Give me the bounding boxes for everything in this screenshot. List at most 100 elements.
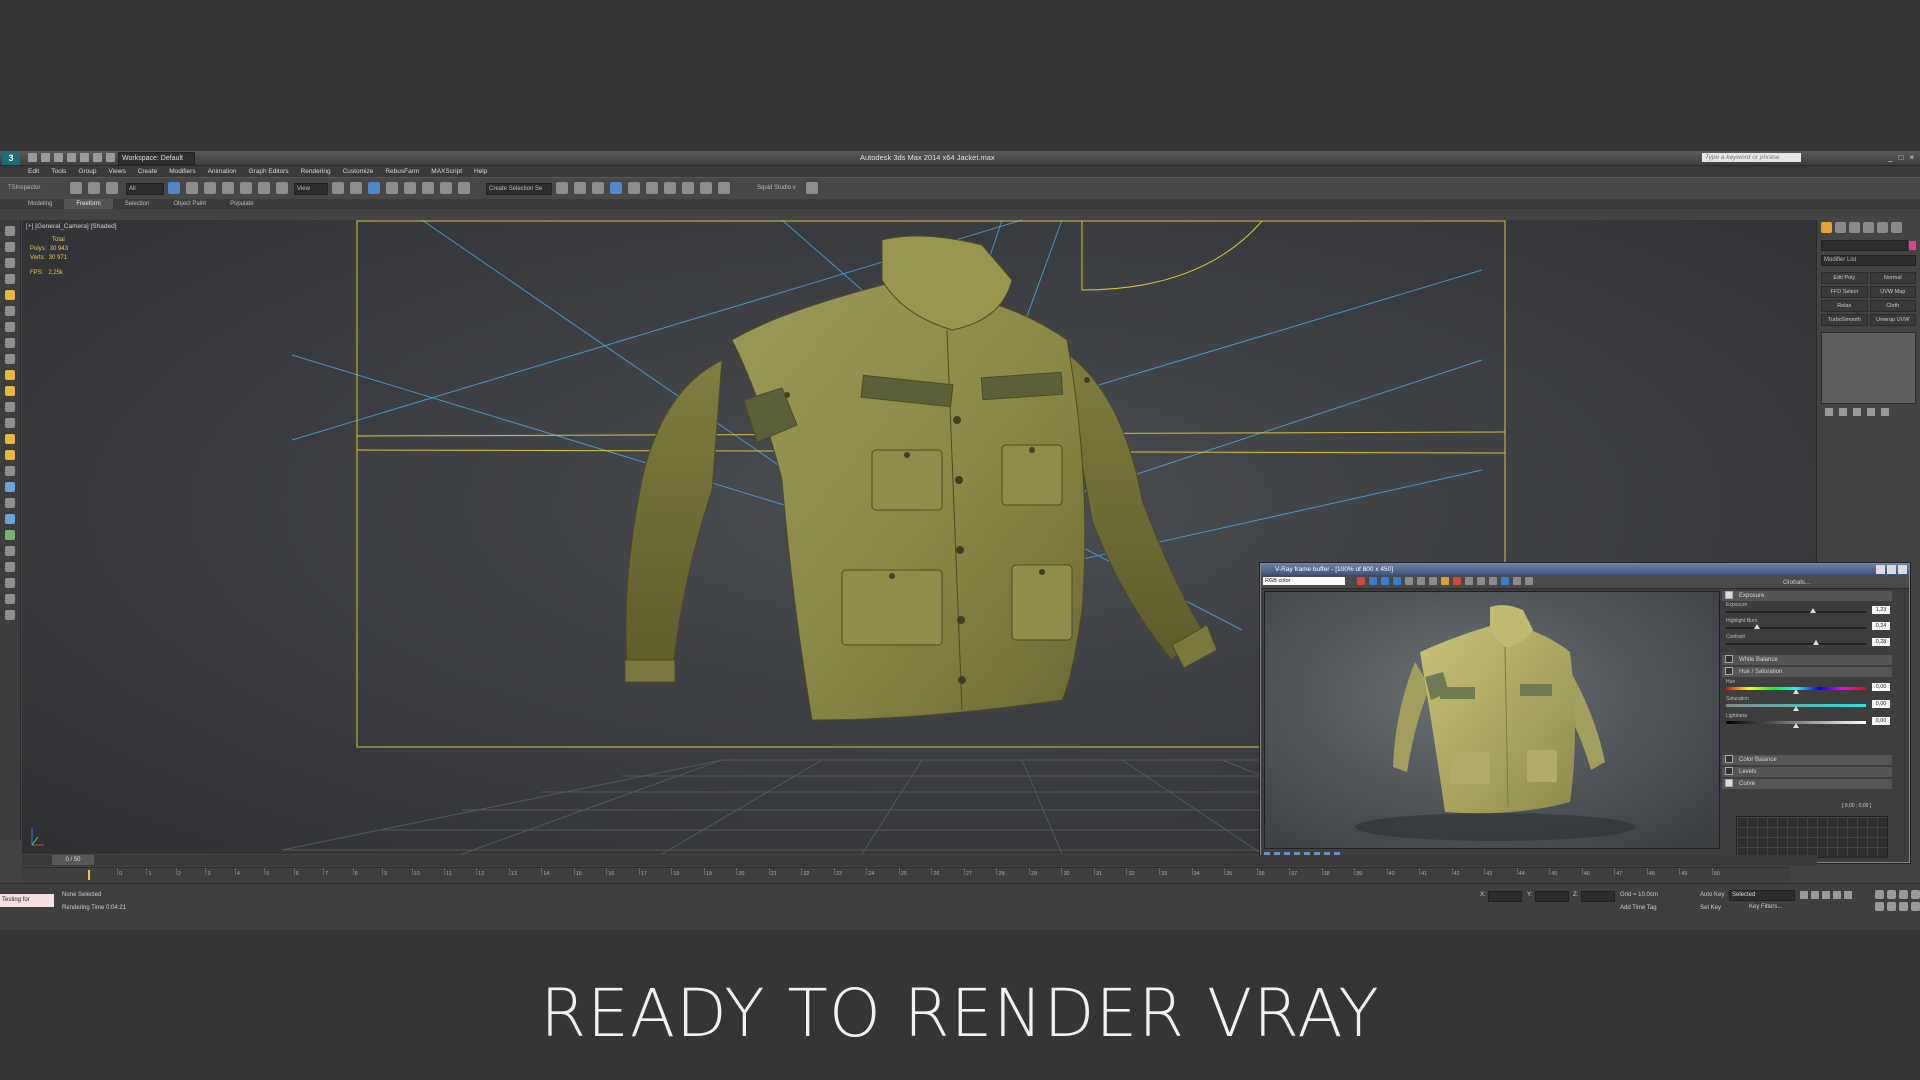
- vfb-close-button[interactable]: [1898, 565, 1907, 574]
- saturation-value[interactable]: 0,00: [1872, 700, 1890, 708]
- tab-freeform[interactable]: Freeform: [64, 199, 113, 209]
- contrast-slider[interactable]: [1726, 640, 1866, 645]
- tool-icon-23[interactable]: [5, 578, 15, 588]
- move-icon[interactable]: [240, 182, 252, 194]
- slider-knob[interactable]: [1793, 689, 1799, 694]
- history-icon[interactable]: [1489, 577, 1497, 585]
- tab-modeling[interactable]: Modeling: [16, 199, 64, 209]
- angle-snap-icon[interactable]: [404, 182, 416, 194]
- rendered-image[interactable]: [1264, 591, 1720, 849]
- slider-knob[interactable]: [1793, 723, 1799, 728]
- align-icon[interactable]: [574, 182, 586, 194]
- keyboard-shortcut-icon[interactable]: [368, 182, 380, 194]
- rect-selection-icon[interactable]: [204, 182, 216, 194]
- zoom-all-icon[interactable]: [1887, 890, 1896, 899]
- app-logo-icon[interactable]: 3: [2, 152, 20, 165]
- lightness-value[interactable]: 0,00: [1872, 717, 1890, 725]
- percent-snap-icon[interactable]: [422, 182, 434, 194]
- configure-sets-icon[interactable]: [1881, 408, 1889, 416]
- slider-knob[interactable]: [1793, 706, 1799, 711]
- modifier-button[interactable]: Edit Poly: [1821, 272, 1868, 284]
- light-icon[interactable]: [5, 290, 15, 300]
- render-production-icon[interactable]: [718, 182, 730, 194]
- close-button[interactable]: ×: [1909, 153, 1914, 162]
- tab-populate[interactable]: Populate: [218, 199, 266, 209]
- tool-icon-18[interactable]: [5, 498, 15, 508]
- hue-value[interactable]: 0,00: [1872, 683, 1890, 691]
- white-balance-section[interactable]: White Balance: [1722, 655, 1892, 665]
- vfb-title-bar[interactable]: V-Ray frame buffer - [100% of 800 x 450]: [1261, 564, 1909, 575]
- ref-coord-dropdown[interactable]: View: [294, 183, 328, 195]
- curve-section[interactable]: Curve: [1722, 779, 1892, 789]
- tab-object-paint[interactable]: Object Paint: [161, 199, 218, 209]
- tool-icon-8[interactable]: [5, 338, 15, 348]
- motion-tab-icon[interactable]: [1863, 222, 1874, 233]
- squid-studio-label[interactable]: Squid Studio v: [757, 185, 796, 191]
- graphite-toggle-icon[interactable]: [610, 182, 622, 194]
- exposure-slider[interactable]: [1726, 608, 1866, 613]
- contrast-value[interactable]: 0,28: [1872, 638, 1890, 646]
- unlink-icon[interactable]: [88, 182, 100, 194]
- levels-checkbox[interactable]: [1725, 767, 1733, 776]
- track-bar[interactable]: 0 1 2 3 4 5 6 7 8 9 10 11 12 13 14 15 16 17 18 19 20 21 22 23 24…: [22, 867, 1790, 882]
- curve-checkbox[interactable]: [1725, 779, 1733, 788]
- color-balance-section[interactable]: Color Balance: [1722, 755, 1892, 765]
- modifier-button[interactable]: Unwrap UVW: [1869, 314, 1916, 326]
- selection-filter-dropdown[interactable]: All: [126, 183, 164, 195]
- vfb-minimize-button[interactable]: [1876, 565, 1885, 574]
- project-icon[interactable]: [106, 153, 115, 162]
- menu-views[interactable]: Views: [108, 166, 125, 177]
- modifier-button[interactable]: UVW Map: [1869, 286, 1916, 298]
- tool-icon-16[interactable]: [5, 466, 15, 476]
- link-viewport-icon[interactable]: [1477, 577, 1485, 585]
- object-color-swatch[interactable]: [1909, 241, 1916, 250]
- pin-stack-icon[interactable]: [1825, 408, 1833, 416]
- saturation-slider[interactable]: [1726, 704, 1866, 711]
- minimize-button[interactable]: _: [1888, 153, 1892, 162]
- edit-named-selection-icon[interactable]: [458, 182, 470, 194]
- menu-maxscript[interactable]: MAXScript: [431, 166, 462, 177]
- tool-icon-9[interactable]: [5, 354, 15, 364]
- slider-knob[interactable]: [1812, 640, 1819, 645]
- hue-saturation-section[interactable]: Hue / Saturation: [1722, 667, 1892, 677]
- menu-customize[interactable]: Customize: [343, 166, 374, 177]
- new-file-icon[interactable]: [28, 153, 37, 162]
- pivot-icon[interactable]: [332, 182, 344, 194]
- menu-help[interactable]: Help: [474, 166, 487, 177]
- vfb-maximize-button[interactable]: [1887, 565, 1896, 574]
- save-image-icon[interactable]: [1417, 577, 1425, 585]
- redo-icon[interactable]: [80, 153, 89, 162]
- maximize-button[interactable]: □: [1898, 153, 1903, 162]
- teapot-icon[interactable]: [5, 450, 15, 460]
- save-file-icon[interactable]: [54, 153, 63, 162]
- modifier-button[interactable]: Cloth: [1869, 300, 1916, 312]
- key-selection-dropdown[interactable]: Selected: [1729, 890, 1795, 901]
- named-selection-dropdown[interactable]: Create Selection Se: [486, 183, 552, 195]
- track-mouse-icon[interactable]: [1465, 577, 1473, 585]
- curve-editor[interactable]: [1736, 816, 1888, 858]
- hue-slider[interactable]: [1726, 687, 1866, 694]
- scale-icon[interactable]: [276, 182, 288, 194]
- utilities-tab-icon[interactable]: [1891, 222, 1902, 233]
- exposure-checkbox[interactable]: [1725, 591, 1733, 600]
- tool-icon-13[interactable]: [5, 418, 15, 428]
- tool-icon-24[interactable]: [5, 594, 15, 604]
- highlight-burn-slider[interactable]: [1726, 624, 1866, 629]
- modifier-button[interactable]: Relax: [1821, 300, 1868, 312]
- project-folder-icon[interactable]: [93, 153, 102, 162]
- curve-editor-icon[interactable]: [628, 182, 640, 194]
- select-object-icon[interactable]: [168, 182, 180, 194]
- previous-frame-icon[interactable]: [1811, 891, 1819, 899]
- squid-icon[interactable]: [806, 182, 818, 194]
- white-balance-checkbox[interactable]: [1725, 655, 1733, 664]
- modifier-stack[interactable]: [1821, 332, 1916, 404]
- modifier-button[interactable]: TurboSmooth: [1821, 314, 1868, 326]
- show-end-result-icon[interactable]: [1839, 408, 1847, 416]
- play-icon[interactable]: [1822, 891, 1830, 899]
- pan-icon[interactable]: [1887, 902, 1896, 911]
- search-input[interactable]: Type a keyword or phrase: [1702, 153, 1801, 162]
- maxscript-listener[interactable]: Testing for: [0, 894, 54, 907]
- mono-icon[interactable]: [1405, 577, 1413, 585]
- go-to-start-icon[interactable]: [1800, 891, 1808, 899]
- x-coordinate-field[interactable]: [1488, 891, 1522, 902]
